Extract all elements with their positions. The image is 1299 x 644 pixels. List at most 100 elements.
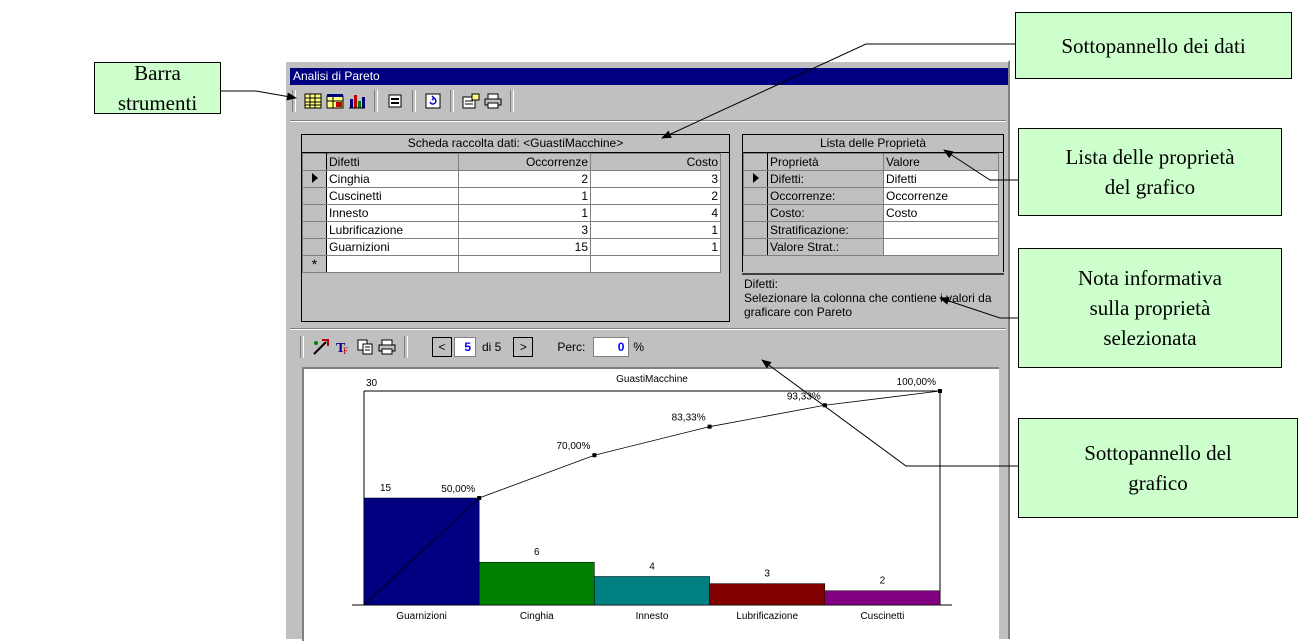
chart-wizard-icon[interactable] xyxy=(310,336,332,358)
column-header-occorrenze[interactable]: Occorrenze xyxy=(458,153,591,171)
property-table: Proprietà Valore Difetti: Difetti Occorr… xyxy=(743,153,999,256)
table-row[interactable]: Lubrificazione 3 1 xyxy=(302,221,721,239)
row-selector[interactable] xyxy=(743,221,768,239)
next-page-button[interactable]: > xyxy=(513,337,534,357)
bar-Innesto xyxy=(594,576,710,606)
property-row[interactable]: Valore Strat.: xyxy=(743,238,999,256)
form-icon[interactable] xyxy=(384,90,406,112)
callout-toolbar: Barra strumenti xyxy=(94,61,221,115)
property-row[interactable]: Occorrenze: Occorrenze xyxy=(743,187,999,205)
new-row[interactable]: * xyxy=(302,255,721,273)
toolbar-separator xyxy=(404,336,408,358)
bar-value-label: 15 xyxy=(380,483,392,494)
table-row[interactable]: Cuscinetti 1 2 xyxy=(302,187,721,205)
cell-costo[interactable]: 1 xyxy=(590,221,721,239)
cell-costo[interactable]: 4 xyxy=(590,204,721,222)
column-header-valore[interactable]: Valore xyxy=(883,153,999,171)
cell-occorrenze[interactable]: 1 xyxy=(458,204,591,222)
row-selector[interactable] xyxy=(302,204,327,222)
divider xyxy=(290,328,1006,330)
property-row[interactable]: Stratificazione: xyxy=(743,221,999,239)
column-header-costo[interactable]: Costo xyxy=(590,153,721,171)
property-value[interactable]: Costo xyxy=(883,204,999,222)
new-cell-difetti[interactable] xyxy=(326,255,459,273)
property-value[interactable] xyxy=(883,221,999,239)
print-icon[interactable] xyxy=(482,90,504,112)
column-header-difetti[interactable]: Difetti xyxy=(326,153,459,171)
new-cell-occorrenze[interactable] xyxy=(458,255,591,273)
pareto-chart: GuastiMacchine 30 15 Guarnizioni 6 Cinghia 4 In… xyxy=(302,367,999,641)
table-row[interactable]: Cinghia 2 3 xyxy=(302,170,721,188)
properties-icon[interactable] xyxy=(460,90,482,112)
page-count: di 5 xyxy=(482,340,502,354)
row-selector[interactable] xyxy=(302,221,327,239)
cell-difetti[interactable]: Innesto xyxy=(326,204,459,222)
cell-difetti[interactable]: Guarnizioni xyxy=(326,238,459,256)
row-selector[interactable] xyxy=(743,238,768,256)
cell-difetti[interactable]: Lubrificazione xyxy=(326,221,459,239)
table-icon[interactable] xyxy=(302,90,324,112)
prev-page-button[interactable]: < xyxy=(432,337,452,357)
toolbar-separator xyxy=(300,336,304,358)
page-number-field[interactable]: 5 xyxy=(454,337,476,357)
column-header-proprieta[interactable]: Proprietà xyxy=(767,153,884,171)
note-title: Difetti: xyxy=(744,277,779,291)
new-row-marker[interactable]: * xyxy=(302,255,327,273)
main-toolbar xyxy=(292,88,520,114)
font-icon[interactable]: TF xyxy=(332,336,354,358)
window-title: Analisi di Pareto xyxy=(290,68,1008,85)
current-row-arrow-icon[interactable] xyxy=(302,170,327,188)
callout-data-panel-text: Sottopannello dei dati xyxy=(1061,33,1246,58)
table-row[interactable]: Innesto 1 4 xyxy=(302,204,721,222)
bar-Cuscinetti xyxy=(824,590,941,606)
refresh-icon[interactable] xyxy=(422,90,444,112)
print-icon[interactable] xyxy=(376,336,398,358)
property-value[interactable]: Difetti xyxy=(883,170,999,188)
data-sheet-caption: Scheda raccolta dati: <GuastiMacchine> xyxy=(302,135,729,153)
new-cell-costo[interactable] xyxy=(590,255,721,273)
callout-note: Nota informativa sulla proprietà selezio… xyxy=(1018,248,1282,368)
cell-occorrenze[interactable]: 3 xyxy=(458,221,591,239)
bar-value-label: 3 xyxy=(764,569,770,580)
property-value[interactable]: Occorrenze xyxy=(883,187,999,205)
category-label: Lubrificazione xyxy=(736,611,798,622)
row-selector[interactable] xyxy=(302,153,327,171)
property-value[interactable] xyxy=(883,238,999,256)
divider xyxy=(290,120,1006,122)
cumulative-point xyxy=(938,389,942,393)
property-list-caption: Lista delle Proprietà xyxy=(743,135,1003,153)
current-row-arrow-icon[interactable] xyxy=(743,170,768,188)
row-selector[interactable] xyxy=(743,187,768,205)
cumulative-label: 70,00% xyxy=(556,441,590,452)
table-row[interactable]: Guarnizioni 15 1 xyxy=(302,238,721,256)
callout-chart-panel-text: Sottopannello del grafico xyxy=(1084,441,1232,495)
data-table: Difetti Occorrenze Costo Cinghia 2 3 Cus… xyxy=(302,153,721,273)
row-selector[interactable] xyxy=(743,204,768,222)
perc-field[interactable]: 0 xyxy=(593,337,630,357)
category-label: Innesto xyxy=(636,611,669,622)
cumulative-label: 100,00% xyxy=(897,377,937,388)
property-row[interactable]: Costo: Costo xyxy=(743,204,999,222)
table-properties-icon[interactable] xyxy=(324,90,346,112)
table-header-row: Difetti Occorrenze Costo xyxy=(302,153,721,171)
callout-properties-text: Lista delle proprietà del grafico xyxy=(1065,145,1235,199)
cell-occorrenze[interactable]: 1 xyxy=(458,187,591,205)
row-selector[interactable] xyxy=(302,187,327,205)
row-selector[interactable] xyxy=(302,238,327,256)
toolbar-separator xyxy=(292,90,296,112)
callout-toolbar-text: Barra strumenti xyxy=(117,61,198,115)
row-selector[interactable] xyxy=(743,153,768,171)
cell-occorrenze[interactable]: 15 xyxy=(458,238,591,256)
cell-costo[interactable]: 1 xyxy=(590,238,721,256)
toolbar-separator xyxy=(510,90,514,112)
copy-icon[interactable] xyxy=(354,336,376,358)
property-row[interactable]: Difetti: Difetti xyxy=(743,170,999,188)
bar-chart-icon[interactable] xyxy=(346,90,368,112)
cell-costo[interactable]: 3 xyxy=(590,170,721,188)
property-name: Costo: xyxy=(767,204,884,222)
cell-occorrenze[interactable]: 2 xyxy=(458,170,591,188)
cumulative-point xyxy=(477,496,482,500)
cell-difetti[interactable]: Cinghia xyxy=(326,170,459,188)
cell-costo[interactable]: 2 xyxy=(590,187,721,205)
cell-difetti[interactable]: Cuscinetti xyxy=(326,187,459,205)
